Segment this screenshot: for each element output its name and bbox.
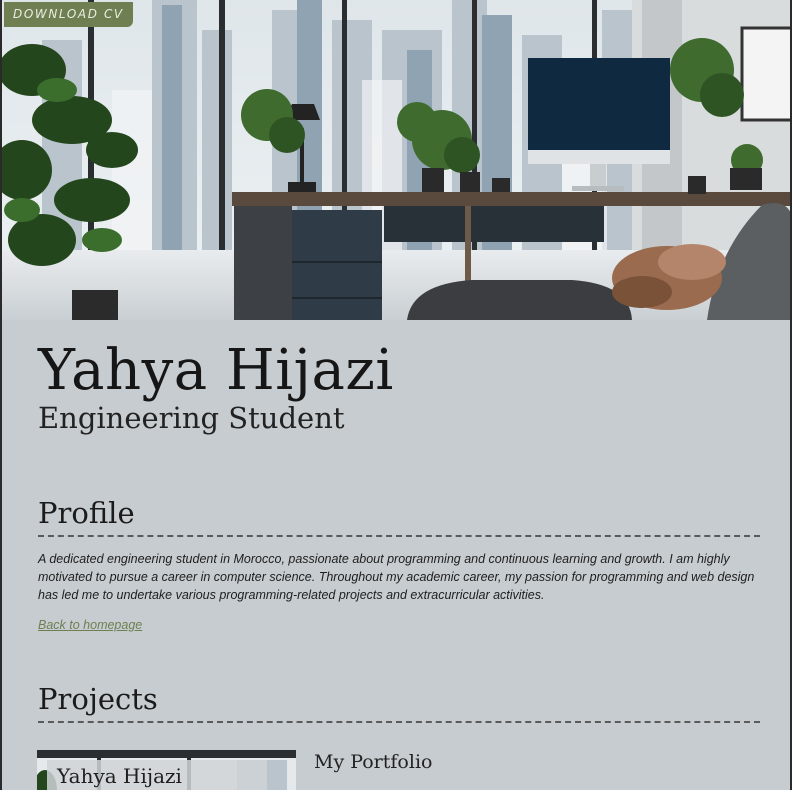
download-cv-button[interactable]: DOWNLOAD CV [4, 2, 133, 27]
project-title-my-portfolio[interactable]: My Portfolio [314, 751, 432, 773]
profile-divider [38, 535, 760, 537]
project-thumbnail[interactable]: Yahya Hijazi [37, 750, 296, 790]
projects-heading: Projects [38, 682, 158, 716]
back-to-homepage-link[interactable]: Back to homepage [38, 618, 142, 632]
projects-divider [38, 721, 760, 723]
profile-description: A dedicated engineering student in Moroc… [38, 552, 755, 602]
office-illustration [2, 0, 790, 320]
project-thumbnail-text: Yahya Hijazi [57, 764, 182, 788]
subtitle-role: Engineering Student [38, 401, 345, 435]
hero-image: DOWNLOAD CV [2, 0, 790, 320]
page-title: Yahya Hijazi [38, 338, 394, 403]
page: DOWNLOAD CV Yahya Hijazi Engineering Stu… [0, 0, 792, 790]
profile-heading: Profile [38, 496, 135, 530]
